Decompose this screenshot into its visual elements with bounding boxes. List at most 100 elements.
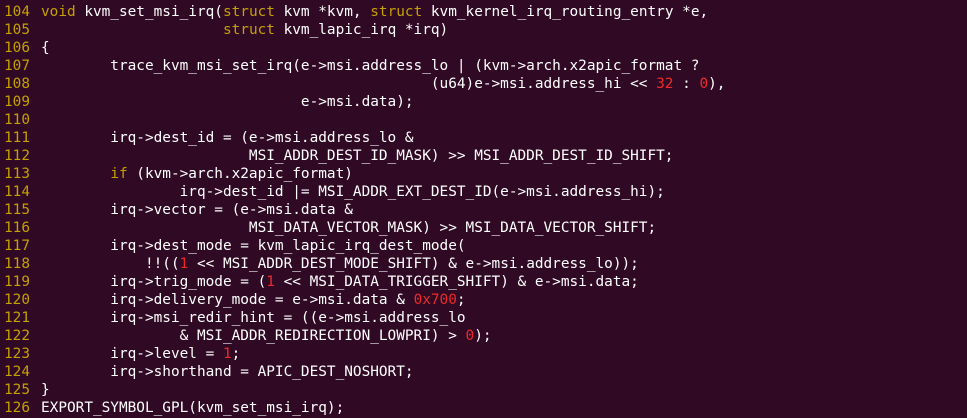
code-token: << MSI_DATA_TRIGGER_SHIFT) & e->msi.data…: [274, 274, 639, 290]
number-token: 1: [266, 274, 275, 290]
code-text: !!((1 << MSI_ADDR_DEST_MODE_SHIFT) & e->…: [41, 255, 639, 273]
keyword-token: struct: [222, 22, 275, 38]
code-line[interactable]: 118 !!((1 << MSI_ADDR_DEST_MODE_SHIFT) &…: [0, 255, 967, 273]
code-text: irq->msi_redir_hint = ((e->msi.address_l…: [41, 309, 466, 327]
code-text: struct kvm_lapic_irq *irq): [41, 21, 448, 39]
code-token: kvm_kernel_irq_routing_entry *e,: [422, 4, 709, 20]
line-number: 120: [4, 292, 30, 308]
line-number: 113: [4, 166, 30, 182]
code-token: MSI_ADDR_DEST_ID_MASK) >> MSI_ADDR_DEST_…: [41, 148, 674, 164]
code-line[interactable]: 121 irq->msi_redir_hint = ((e->msi.addre…: [0, 309, 967, 327]
line-number: 126: [4, 400, 30, 416]
number-token: 1: [179, 256, 189, 272]
line-number: 112: [4, 148, 30, 164]
code-token: kvm *kvm,: [274, 4, 371, 20]
code-line[interactable]: 104 void kvm_set_msi_irq( struct kvm *kvm,…: [0, 3, 967, 21]
code-token: !!((: [41, 256, 180, 272]
line-number: 104: [4, 4, 30, 20]
code-token: irq->dest_id |= MSI_ADDR_EXT_DEST_ID(e->…: [41, 184, 665, 200]
code-line[interactable]: 109 e->msi.data);: [0, 93, 967, 111]
number-token: 32: [656, 76, 674, 92]
code-token: irq->shorthand = APIC_DEST_NOSHORT;: [41, 364, 414, 380]
number-token: 0: [699, 76, 709, 92]
code-text: irq->level = 1;: [41, 345, 240, 363]
code-line[interactable]: 107 trace_kvm_msi_set_irq(e->msi.address…: [0, 57, 967, 75]
code-token: irq->trig_mode = (: [41, 274, 267, 290]
code-token: EXPORT_SYMBOL_GPL(kvm_set_msi_irq);: [41, 400, 345, 416]
code-line[interactable]: 120 irq->delivery_mode = e->msi.data & 0…: [0, 291, 967, 309]
code-line[interactable]: 108 (u64)e->msi.address_hi << 32 : 0),: [0, 75, 967, 93]
code-text: MSI_ADDR_DEST_ID_MASK) >> MSI_ADDR_DEST_…: [41, 147, 674, 165]
code-line[interactable]: 114 irq->dest_id |= MSI_ADDR_EXT_DEST_ID…: [0, 183, 967, 201]
line-number: 107: [4, 58, 30, 74]
code-token: kvm_set_msi_irq(: [75, 4, 223, 20]
code-line[interactable]: 116 MSI_DATA_VECTOR_MASK) >> MSI_DATA_VE…: [0, 219, 967, 237]
code-token: ),: [708, 76, 726, 92]
code-token: irq->delivery_mode = e->msi.data &: [41, 292, 414, 308]
code-text: if (kvm->arch.x2apic_format): [41, 165, 353, 183]
line-number: 124: [4, 364, 30, 380]
keyword-token: if: [110, 166, 128, 182]
line-number: 125: [4, 382, 30, 398]
line-number: 118: [4, 256, 30, 272]
code-text: irq->dest_id |= MSI_ADDR_EXT_DEST_ID(e->…: [41, 183, 665, 201]
code-text: irq->trig_mode = (1 << MSI_DATA_TRIGGER_…: [41, 273, 639, 291]
code-text: trace_kvm_msi_set_irq(e->msi.address_lo …: [41, 57, 699, 75]
code-line[interactable]: 123 irq->level = 1;: [0, 345, 967, 363]
code-text: irq->vector = (e->msi.data &: [41, 201, 353, 219]
line-number: 106: [4, 40, 30, 56]
code-token: ;: [231, 346, 241, 362]
code-text: EXPORT_SYMBOL_GPL(kvm_set_msi_irq);: [41, 399, 344, 417]
code-token: irq->msi_redir_hint = ((e->msi.address_l…: [41, 310, 466, 326]
line-number: 114: [4, 184, 30, 200]
code-line[interactable]: 115 irq->vector = (e->msi.data &: [0, 201, 967, 219]
code-line[interactable]: 119 irq->trig_mode = (1 << MSI_DATA_TRIG…: [0, 273, 967, 291]
line-number: 115: [4, 202, 30, 218]
code-token: );: [474, 328, 492, 344]
code-token: ;: [456, 292, 466, 308]
code-token: << MSI_ADDR_DEST_MODE_SHIFT) & e->msi.ad…: [188, 256, 639, 272]
line-number: 109: [4, 94, 30, 110]
line-number: 122: [4, 328, 30, 344]
code-line[interactable]: 122 & MSI_ADDR_REDIRECTION_LOWPRI) > 0);: [0, 327, 967, 345]
code-line[interactable]: 112 MSI_ADDR_DEST_ID_MASK) >> MSI_ADDR_D…: [0, 147, 967, 165]
line-number: 123: [4, 346, 30, 362]
line-number: 108: [4, 76, 30, 92]
line-number: 121: [4, 310, 30, 326]
code-line[interactable]: 111 irq->dest_id = (e->msi.address_lo &: [0, 129, 967, 147]
keyword-token: void: [41, 4, 76, 20]
code-line[interactable]: 126 EXPORT_SYMBOL_GPL(kvm_set_msi_irq);: [0, 399, 967, 417]
code-editor[interactable]: 104 void kvm_set_msi_irq(struct kvm *kvm,…: [0, 0, 967, 418]
code-line[interactable]: 117 irq->dest_mode = kvm_lapic_irq_dest_…: [0, 237, 967, 255]
code-line[interactable]: 106 {: [0, 39, 967, 57]
code-token: trace_kvm_msi_set_irq(e->msi.address_lo …: [41, 58, 700, 74]
code-token: irq->vector = (e->msi.data &: [41, 202, 353, 218]
code-token: irq->level =: [41, 346, 223, 362]
code-text: e->msi.data);: [41, 93, 414, 111]
number-token: 0: [465, 328, 475, 344]
code-token: & MSI_ADDR_REDIRECTION_LOWPRI) >: [41, 328, 466, 344]
code-token: {: [41, 40, 50, 56]
code-text: & MSI_ADDR_REDIRECTION_LOWPRI) > 0);: [41, 327, 492, 345]
code-text: {: [41, 39, 50, 57]
code-text: (u64)e->msi.address_hi << 32 : 0),: [41, 75, 726, 93]
code-token: irq->dest_id = (e->msi.address_lo &: [41, 130, 414, 146]
code-token: (u64)e->msi.address_hi <<: [41, 76, 657, 92]
code-token: }: [41, 382, 50, 398]
code-line[interactable]: 105 struct kvm_lapic_irq *irq): [0, 21, 967, 39]
code-text: }: [41, 381, 50, 399]
code-line[interactable]: 113 if (kvm->arch.x2apic_format): [0, 165, 967, 183]
code-token: :: [673, 76, 700, 92]
code-line[interactable]: 125}: [0, 381, 967, 399]
code-token: kvm_lapic_irq *irq): [274, 22, 449, 38]
code-token: (kvm->arch.x2apic_format): [127, 166, 353, 182]
code-text: irq->dest_mode = kvm_lapic_irq_dest_mode…: [41, 237, 465, 255]
code-token: MSI_DATA_VECTOR_MASK) >> MSI_DATA_VECTOR…: [41, 220, 657, 236]
line-number: 116: [4, 220, 30, 236]
keyword-token: struct: [370, 4, 423, 20]
code-line[interactable]: 124 irq->shorthand = APIC_DEST_NOSHORT;: [0, 363, 967, 381]
line-number: 119: [4, 274, 30, 290]
code-line[interactable]: 110: [0, 111, 967, 129]
code-text: irq->shorthand = APIC_DEST_NOSHORT;: [41, 363, 414, 381]
